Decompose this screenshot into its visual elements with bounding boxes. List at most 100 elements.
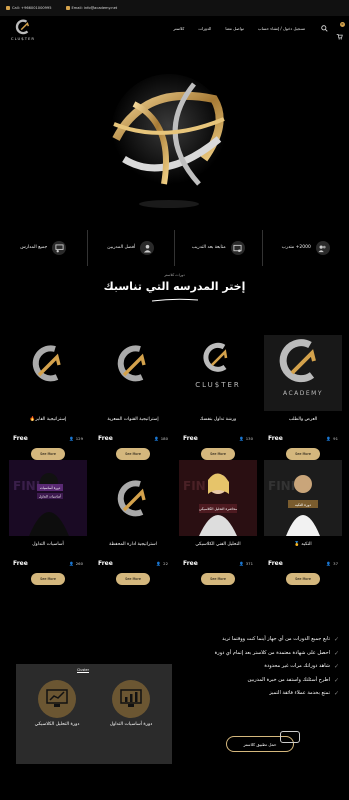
- course-meta: Free 👤 129: [13, 435, 83, 442]
- check-icon: ✓: [333, 676, 339, 684]
- feature-text: أفضل المدربين: [107, 245, 136, 250]
- see-more-button[interactable]: See More: [201, 573, 235, 585]
- phone-icon: [6, 6, 10, 10]
- see-more-button[interactable]: See More: [286, 573, 320, 585]
- check-icon: ✓: [333, 636, 339, 643]
- feature-text: متابعة بعد التدريب: [191, 245, 226, 250]
- monitor-chart-icon: [38, 680, 76, 718]
- see-more-button[interactable]: See More: [31, 573, 65, 585]
- course-card[interactable]: FINI دورة التكيه التكيه 🥇 Free 👤 37 See M…: [264, 460, 342, 585]
- course-card[interactable]: إستراتيجية الفاير🔥 Free 👤 129 See More: [9, 335, 87, 460]
- nav-courses[interactable]: الدورات: [198, 26, 211, 31]
- see-more-button[interactable]: See More: [201, 448, 235, 460]
- students-number: 130: [245, 436, 253, 441]
- svg-text:ACADEMY: ACADEMY: [283, 390, 323, 397]
- course-meta: Free 👤 260: [13, 560, 83, 567]
- svg-text:FIN: FIN: [183, 479, 206, 493]
- phone-text: Call: +966001000995: [12, 6, 52, 10]
- trainer-icon: [140, 241, 155, 255]
- nav-login[interactable]: تسجيل دخول / إنشاء حساب: [258, 26, 305, 31]
- course-title: إستراتيجية الفاير🔥: [29, 417, 67, 422]
- top-contact-bar: Call: +966001000995 Email: info@academy.…: [0, 0, 349, 16]
- course-title: العرض والطلب: [288, 417, 318, 422]
- main-header: CLU$TER تسجيل دخول / إنشاء حساب تواصل مع…: [0, 16, 349, 44]
- search-icon[interactable]: [321, 25, 328, 32]
- svg-text:FINI: FINI: [13, 479, 40, 493]
- see-more-button[interactable]: See More: [116, 573, 150, 585]
- benefit-item: ✓ شاهد دوراتك مرات غير محدودة: [179, 663, 339, 671]
- see-more-button[interactable]: See More: [31, 448, 65, 460]
- section-subtitle: دورات كلاستر: [164, 273, 185, 277]
- students-count: 👤 180: [154, 436, 168, 441]
- benefits-list: ✓ تابع جميع الدورات من أي جهاز أينما كنت …: [179, 636, 339, 704]
- teachers-icon: [52, 241, 67, 255]
- course-thumbnail: ACADEMY: [264, 335, 342, 411]
- course-card[interactable]: FIN محاضرة التحليل الكلاسيكي التحليل الف…: [179, 460, 257, 585]
- title-underline: [151, 298, 199, 302]
- benefit-item: ✓ تمتع بخدمة عملاء فائقة التميز: [179, 690, 339, 698]
- courses-row-1: ACADEMY العرض والطلب Free 👤 91 See More C…: [8, 335, 342, 460]
- nav-contact[interactable]: تواصل معنا: [225, 26, 244, 31]
- users-icon: [315, 241, 330, 255]
- user-icon: 👤: [154, 436, 159, 441]
- course-meta: Free 👤 180: [98, 435, 168, 442]
- course-title: استراتيجية ادارة المحفظة: [109, 542, 157, 547]
- certificate-icon: [230, 241, 245, 255]
- students-number: 371: [245, 561, 253, 566]
- site-logo[interactable]: CLU$TER: [8, 19, 38, 41]
- course-thumbnail: [9, 335, 87, 411]
- benefit-item: ✓ اطرح أسئلتك واستفد من خبرة المدربين: [179, 677, 339, 685]
- svg-text:محاضرة التحليل الكلاسيكي: محاضرة التحليل الكلاسيكي: [199, 507, 237, 511]
- feature-item: 2000+ متدرب: [261, 230, 349, 266]
- benefit-item: ✓ احصل على شهادة معتمدة من كلاستر بعد إتم…: [179, 650, 339, 658]
- check-icon: ✓: [333, 663, 339, 670]
- course-card[interactable]: FINI دورة أساسيات أساسيات التداول أساسيا…: [9, 460, 87, 585]
- app-promo-panel: Cluster دورة التحليل الكلاسيكي دورة أساس…: [16, 664, 172, 764]
- feature-item: جميع المدارس: [0, 230, 87, 266]
- phone-item[interactable]: Call: +966001000995: [6, 6, 52, 10]
- students-number: 37: [333, 561, 338, 566]
- course-thumbnail: FIN محاضرة التحليل الكلاسيكي: [179, 460, 257, 536]
- course-thumbnail: FINI دورة التكيه: [264, 460, 342, 536]
- course-title: أساسيات التداول: [32, 542, 64, 547]
- benefit-text: تمتع بخدمة عملاء فائقة التميز: [269, 690, 330, 696]
- students-count: 👤 37: [326, 561, 338, 566]
- students-count: 👤 22: [156, 561, 168, 566]
- cart-button[interactable]: 0: [336, 22, 345, 40]
- students-number: 129: [75, 436, 83, 441]
- course-meta: Free 👤 91: [268, 435, 338, 442]
- svg-text:دورة أساسيات: دورة أساسيات: [40, 485, 61, 490]
- course-card[interactable]: استراتيجية ادارة المحفظة Free 👤 22 See Mo…: [94, 460, 172, 585]
- course-card[interactable]: ACADEMY العرض والطلب Free 👤 91 See More: [264, 335, 342, 460]
- course-card[interactable]: CLU$TER ورشة تداول بنفسك Free 👤 130 See M…: [179, 335, 257, 460]
- students-number: 180: [160, 436, 168, 441]
- course-meta: Free 👤 130: [183, 435, 253, 442]
- user-icon: 👤: [69, 436, 74, 441]
- promo-label: Cluster: [77, 668, 90, 673]
- see-more-button[interactable]: See More: [286, 448, 320, 460]
- user-icon: 👤: [326, 436, 332, 441]
- svg-text:CLU$TER: CLU$TER: [195, 381, 241, 389]
- see-more-button[interactable]: See More: [116, 448, 150, 460]
- students-count: 👤 130: [239, 436, 253, 441]
- students-number: 260: [75, 561, 83, 566]
- course-thumbnail: CLU$TER: [179, 335, 257, 411]
- course-price: Free: [183, 560, 198, 567]
- course-price: Free: [268, 560, 283, 567]
- course-thumbnail: FINI دورة أساسيات أساسيات التداول: [9, 460, 87, 536]
- course-thumbnail: [94, 460, 172, 536]
- features-strip: 2000+ متدرب متابعة بعد التدريب أفضل المد…: [0, 230, 349, 270]
- cart-count-badge: 0: [340, 22, 345, 27]
- students-number: 91: [333, 436, 338, 441]
- bar-chart-icon: [112, 680, 150, 718]
- course-card[interactable]: إستراتيجية القنوات السعرية Free 👤 180 See…: [94, 335, 172, 460]
- email-icon: [65, 6, 70, 10]
- course-title: ورشة تداول بنفسك: [199, 417, 237, 422]
- cart-icon: [336, 34, 343, 40]
- students-count: 👤 91: [326, 436, 338, 441]
- benefit-text: تابع جميع الدورات من أي جهاز أينما كنت و…: [222, 636, 330, 642]
- nav-cluster[interactable]: كلاستر: [173, 26, 184, 31]
- email-item[interactable]: Email: info@academy.net: [65, 6, 117, 10]
- benefit-text: شاهد دوراتك مرات غير محدودة: [264, 663, 330, 669]
- students-count: 👤 260: [69, 561, 83, 566]
